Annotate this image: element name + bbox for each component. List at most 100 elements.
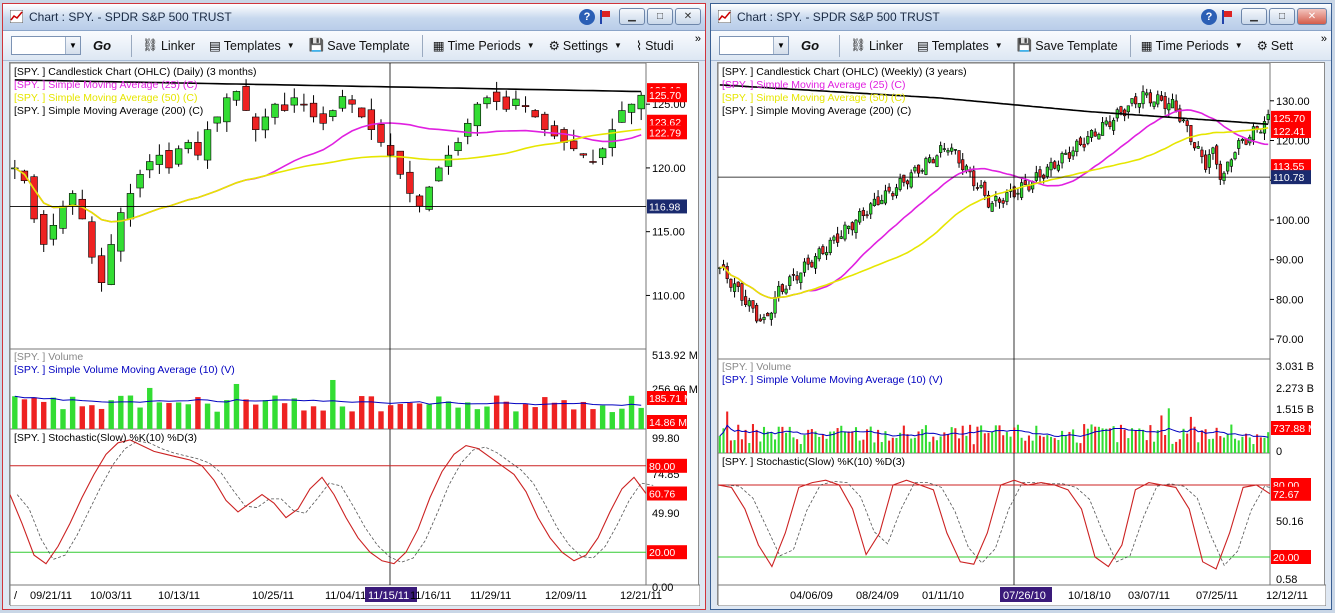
- volume-bar: [551, 402, 558, 429]
- volume-bar: [1079, 443, 1082, 453]
- maximize-button[interactable]: □: [1269, 8, 1295, 25]
- volume-bar: [638, 407, 644, 429]
- candle-body: [975, 187, 980, 189]
- title-bar[interactable]: Chart : SPY. - SPDR S&P 500 TRUST ? ▁ □ …: [711, 4, 1331, 31]
- volume-bar: [921, 429, 924, 453]
- save-template-button[interactable]: 💾 Save Template: [1013, 35, 1122, 57]
- candle-body: [300, 103, 308, 106]
- close-button[interactable]: ✕: [1297, 8, 1327, 25]
- price-tick-label: 115.00: [652, 227, 685, 239]
- flag-icon[interactable]: [1221, 9, 1233, 24]
- help-icon[interactable]: ?: [1201, 8, 1217, 25]
- chevron-down-icon[interactable]: ▼: [65, 37, 80, 54]
- volume-bar: [1138, 428, 1141, 453]
- price-tick-label: 80.00: [1276, 294, 1304, 306]
- chart-plot-area[interactable]: 130.00120.00110.00100.0090.0080.0070.001…: [717, 62, 1326, 606]
- chart-window-weekly[interactable]: Chart : SPY. - SPDR S&P 500 TRUST ? ▁ □ …: [710, 3, 1332, 610]
- minimize-button[interactable]: ▁: [619, 8, 645, 25]
- candle-body: [902, 174, 906, 183]
- help-icon[interactable]: ?: [579, 8, 595, 25]
- chart-window-daily[interactable]: Chart : SPY. - SPDR S&P 500 TRUST ? ▁ □ …: [2, 3, 706, 610]
- volume-bar: [1090, 424, 1093, 453]
- candle-body: [319, 113, 327, 124]
- candle-body: [894, 187, 899, 196]
- volume-bar: [946, 433, 950, 453]
- chart-plot-area[interactable]: 125.00120.00115.00110.00126.10125.70123.…: [9, 62, 700, 606]
- flag-icon[interactable]: [599, 9, 611, 24]
- volume-bar: [1230, 424, 1233, 453]
- candle-body: [854, 219, 858, 233]
- volume-bar: [378, 411, 384, 429]
- maximize-button[interactable]: □: [647, 8, 673, 25]
- save-template-label: Save Template: [327, 38, 410, 53]
- candle-body: [729, 278, 733, 288]
- chevron-down-icon[interactable]: ▼: [773, 37, 788, 54]
- pane-frame: [10, 428, 647, 586]
- settings-button[interactable]: ⚙ Sett: [1253, 35, 1297, 57]
- volume-bar: [1094, 426, 1097, 453]
- volume-bar: [156, 402, 163, 429]
- volume-bar: [89, 405, 95, 429]
- volume-bar: [976, 426, 979, 453]
- volume-bar: [777, 426, 780, 453]
- go-button[interactable]: Go: [89, 35, 115, 57]
- candle-body: [1042, 174, 1046, 179]
- candle-body: [1100, 122, 1105, 136]
- volume-bar: [1226, 434, 1229, 453]
- minimize-button[interactable]: ▁: [1241, 8, 1267, 25]
- symbol-combo[interactable]: ▼: [719, 36, 789, 55]
- candle-body: [1045, 166, 1049, 177]
- volume-bar: [1252, 444, 1255, 453]
- volume-tag-label: 14.86 M: [649, 417, 687, 429]
- volume-bar: [118, 395, 124, 429]
- volume-bar: [137, 407, 143, 429]
- templates-button[interactable]: ▤ Templates ▼: [205, 35, 299, 57]
- title-bar[interactable]: Chart : SPY. - SPDR S&P 500 TRUST ? ▁ □ …: [3, 4, 705, 31]
- volume-bar: [166, 403, 172, 429]
- symbol-combo[interactable]: ▼: [11, 36, 81, 55]
- volume-bar: [821, 434, 824, 453]
- studies-button[interactable]: ⌇ Studi: [632, 35, 678, 57]
- volume-legend-entry: [SPY. ] Simple Volume Moving Average (10…: [722, 374, 943, 386]
- candle-body: [847, 225, 851, 230]
- price-tick-label: 90.00: [1276, 255, 1304, 267]
- time-periods-button[interactable]: ▦ Time Periods ▼: [1137, 35, 1247, 57]
- volume-bar: [31, 397, 37, 429]
- volume-bar: [262, 400, 269, 429]
- studies-label: Studi: [645, 38, 674, 53]
- candle-body: [97, 255, 106, 283]
- candle-body: [290, 97, 298, 106]
- toolbar-overflow-button[interactable]: »: [695, 33, 701, 45]
- settings-button[interactable]: ⚙ Settings ▼: [545, 35, 626, 57]
- window-title: Chart : SPY. - SPDR S&P 500 TRUST: [737, 10, 940, 24]
- volume-bar: [1024, 440, 1027, 453]
- close-button[interactable]: ✕: [675, 8, 701, 25]
- linker-button[interactable]: ⛓ Linker: [138, 35, 199, 57]
- candle-body: [832, 236, 836, 241]
- price-tag-label: 125.70: [649, 90, 681, 102]
- volume-bar: [1086, 428, 1089, 453]
- volume-bar: [1130, 428, 1134, 453]
- toolbar-overflow-button[interactable]: »: [1321, 33, 1327, 45]
- volume-bar: [766, 431, 769, 453]
- linker-button[interactable]: ⛓ Linker: [846, 35, 907, 57]
- volume-bar: [281, 403, 288, 429]
- chart-canvas[interactable]: 125.00120.00115.00110.00126.10125.70123.…: [10, 63, 700, 606]
- candle-body: [813, 256, 818, 269]
- stoch-tag-label: 80.00: [649, 461, 675, 473]
- templates-button[interactable]: ▤ Templates ▼: [913, 35, 1007, 57]
- chart-canvas[interactable]: 130.00120.00110.00100.0090.0080.0070.001…: [718, 63, 1326, 606]
- go-button[interactable]: Go: [797, 35, 823, 57]
- candle-body: [1104, 120, 1108, 125]
- time-periods-label: Time Periods: [1155, 38, 1229, 53]
- candle-body: [1134, 96, 1138, 105]
- candle-body: [107, 244, 115, 285]
- volume-bar: [349, 411, 355, 429]
- candle-body: [1086, 136, 1090, 144]
- candle-body: [732, 283, 737, 292]
- time-periods-button[interactable]: ▦ Time Periods ▼: [429, 35, 539, 57]
- volume-bar: [939, 436, 942, 453]
- volume-tick-label: 2.273 B: [1276, 383, 1314, 395]
- save-template-button[interactable]: 💾 Save Template: [305, 35, 414, 57]
- volume-bar: [522, 404, 529, 429]
